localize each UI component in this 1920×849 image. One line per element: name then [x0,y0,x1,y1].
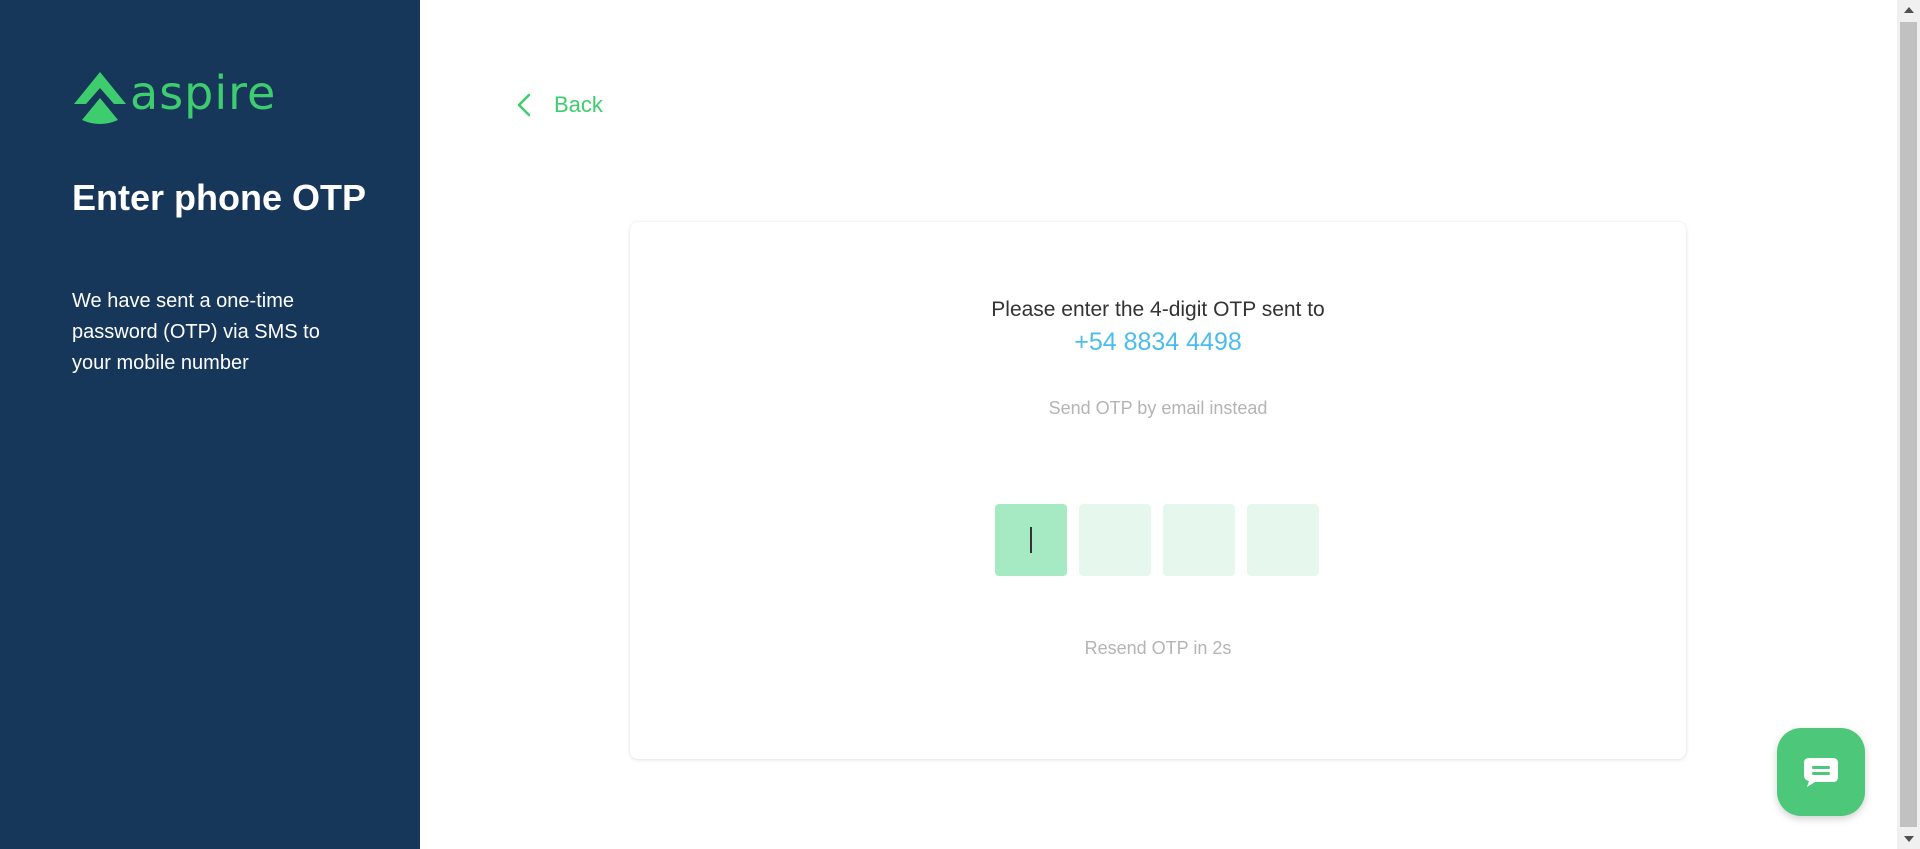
text-caret [1030,527,1032,553]
otp-prompt: Please enter the 4-digit OTP sent to [991,298,1325,321]
otp-digit-2[interactable] [1079,504,1151,576]
page-title: Enter phone OTP [72,177,367,218]
otp-digit-3[interactable] [1163,504,1235,576]
otp-card: Please enter the 4-digit OTP sent to +54… [630,222,1686,759]
page-description: We have sent a one-time password (OTP) v… [72,290,320,374]
vertical-scrollbar[interactable] [1897,0,1920,849]
otp-digit-1[interactable] [995,504,1067,576]
aspire-mountain-logo-icon [74,72,126,124]
back-button[interactable]: Back [516,92,603,118]
send-otp-email-link[interactable]: Send OTP by email instead [630,398,1686,419]
scroll-up-icon[interactable] [1897,0,1920,20]
resend-countdown: Resend OTP in 2s [1084,638,1232,658]
brand-name: aspire [130,66,277,120]
scrollbar-thumb[interactable] [1900,22,1917,827]
chat-button[interactable] [1777,728,1865,816]
back-label: Back [554,92,603,117]
otp-digit-4[interactable] [1247,504,1319,576]
phone-number: +54 8834 4498 [1074,328,1242,356]
scroll-down-icon[interactable] [1897,829,1920,849]
brand-logo[interactable]: aspire [72,66,276,126]
chat-bubble-icon [1804,758,1838,787]
chevron-left-icon [517,93,531,117]
sidebar: aspire Enter phone OTP We have sent a on… [0,0,420,849]
otp-input-group [995,504,1319,576]
